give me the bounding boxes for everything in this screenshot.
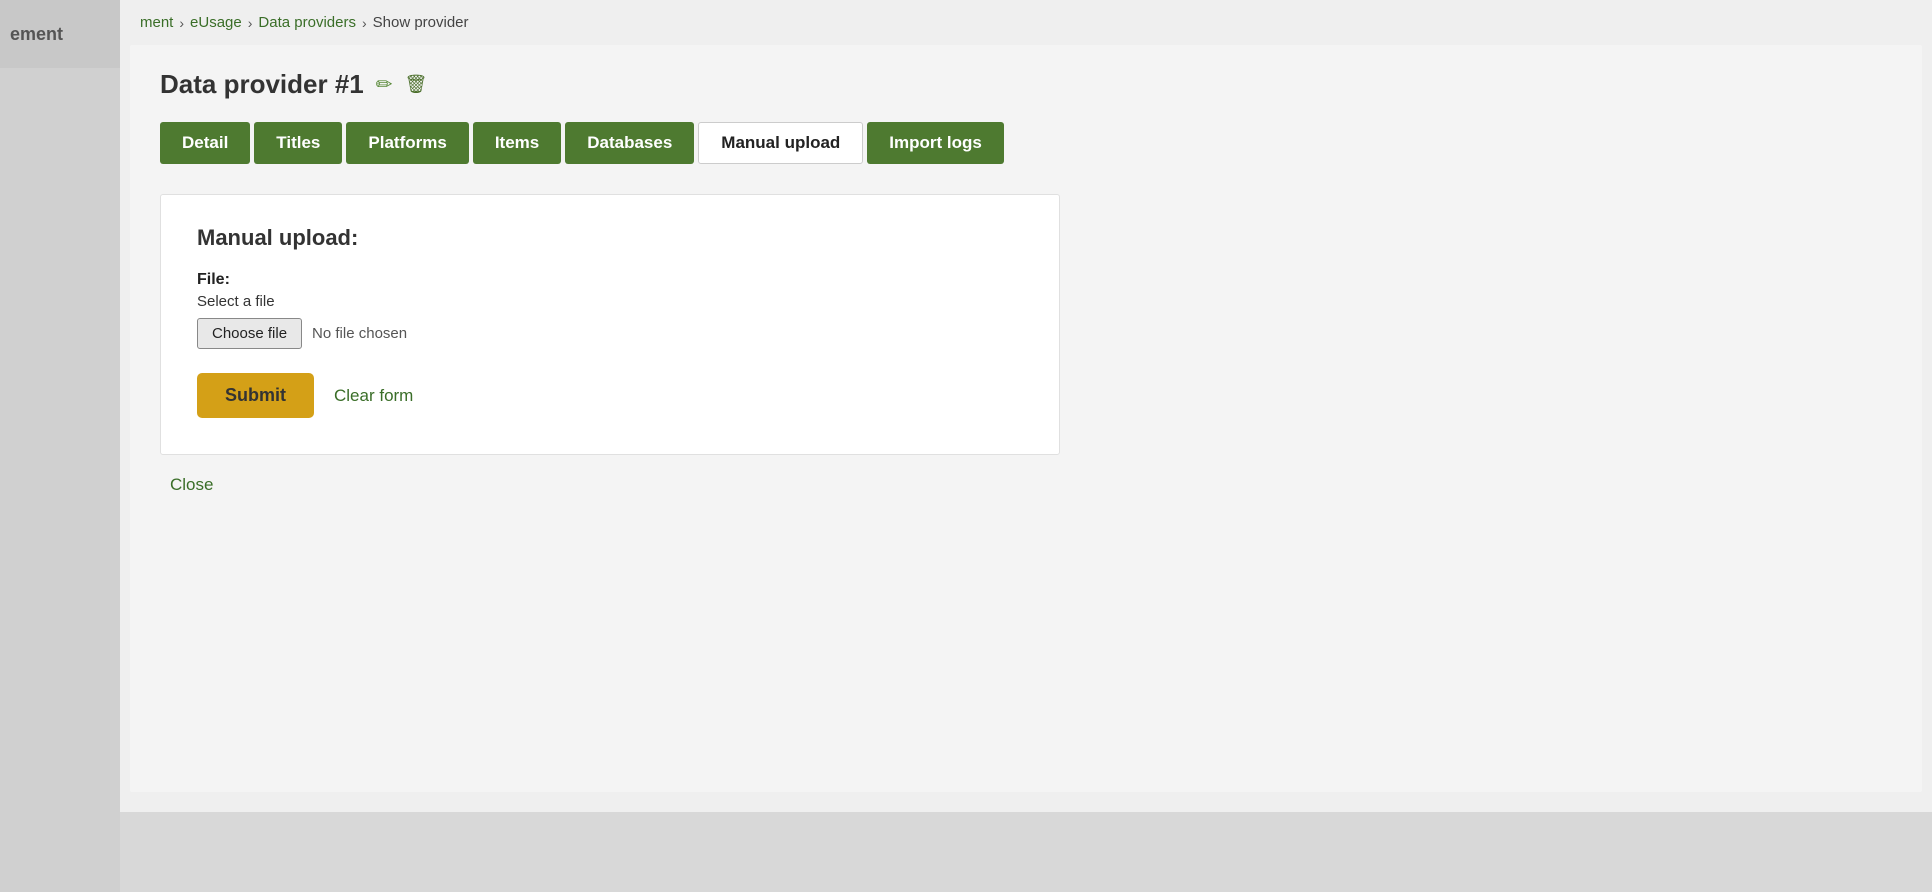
page-title-row: Data provider #1 ✏ 🗑 <box>160 69 1892 100</box>
file-input-row: Choose file No file chosen <box>197 318 1023 349</box>
form-actions: Submit Clear form <box>197 373 1023 418</box>
tab-items[interactable]: Items <box>473 122 561 164</box>
delete-icon[interactable]: 🗑 <box>405 74 428 95</box>
breadcrumb-sep-2: › <box>248 15 253 31</box>
sidebar-label: ement <box>10 24 63 45</box>
form-section: Manual upload: File: Select a file Choos… <box>160 194 1060 455</box>
tab-titles[interactable]: Titles <box>254 122 342 164</box>
breadcrumb-sep-1: › <box>179 15 184 31</box>
close-link[interactable]: Close <box>170 475 213 494</box>
breadcrumb-item-1[interactable]: ment <box>140 14 173 31</box>
edit-icon[interactable]: ✏ <box>376 72 393 97</box>
close-section: Close <box>160 455 1892 505</box>
file-sublabel: Select a file <box>197 293 1023 310</box>
form-section-title: Manual upload: <box>197 225 1023 251</box>
tab-detail[interactable]: Detail <box>160 122 250 164</box>
choose-file-button[interactable]: Choose file <box>197 318 302 349</box>
tabs-row: Detail Titles Platforms Items Databases … <box>160 122 1892 164</box>
clear-form-button[interactable]: Clear form <box>334 386 413 406</box>
bottom-gray <box>120 812 1932 892</box>
tab-databases[interactable]: Databases <box>565 122 694 164</box>
submit-button[interactable]: Submit <box>197 373 314 418</box>
breadcrumb-item-2[interactable]: eUsage <box>190 14 242 31</box>
file-label: File: <box>197 271 1023 289</box>
no-file-text: No file chosen <box>312 325 407 342</box>
sidebar-top: ement <box>0 0 120 68</box>
page-title: Data provider #1 <box>160 69 364 100</box>
tab-import-logs[interactable]: Import logs <box>867 122 1004 164</box>
main-area: ment › eUsage › Data providers › Show pr… <box>120 0 1932 892</box>
breadcrumb-current: Show provider <box>373 14 469 31</box>
breadcrumb: ment › eUsage › Data providers › Show pr… <box>120 0 1932 45</box>
breadcrumb-sep-3: › <box>362 15 367 31</box>
tab-manual-upload[interactable]: Manual upload <box>698 122 863 164</box>
sidebar-bottom <box>0 68 120 892</box>
sidebar: ement <box>0 0 120 892</box>
breadcrumb-item-3[interactable]: Data providers <box>258 14 356 31</box>
tab-platforms[interactable]: Platforms <box>346 122 468 164</box>
content-panel: Data provider #1 ✏ 🗑 Detail Titles Platf… <box>130 45 1922 792</box>
